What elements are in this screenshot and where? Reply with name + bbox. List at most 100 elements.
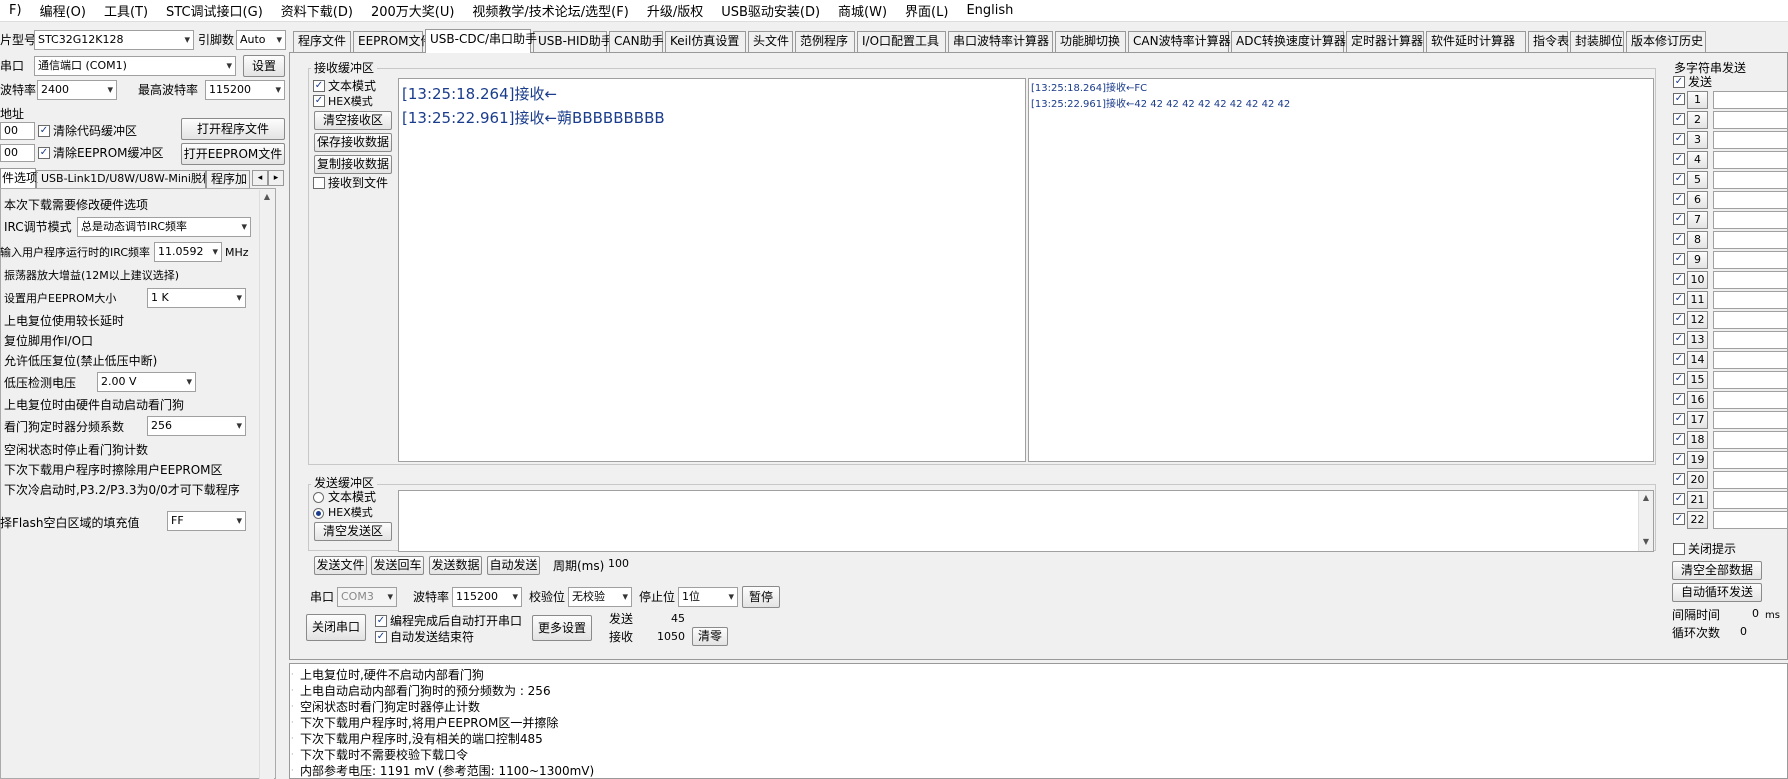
tab-scroll-right-icon[interactable]: ▸ — [268, 170, 284, 186]
clear-count-button[interactable]: 清零 — [692, 627, 728, 646]
send-enter-button[interactable]: 发送回车 — [371, 556, 424, 575]
multi-row-checkbox[interactable]: ✓ — [1673, 353, 1685, 365]
menu-item-5[interactable]: 200万大奖(U) — [362, 1, 463, 20]
receive-text-area[interactable]: [13:25:18.264]接收← [13:25:22.961]接收←蒴BBBBB… — [398, 78, 1026, 462]
more-settings-button[interactable]: 更多设置 — [532, 615, 592, 641]
stop-bits-select[interactable]: 1位 — [678, 587, 738, 607]
multi-row-send-button[interactable]: 20 — [1687, 471, 1708, 489]
multi-row-checkbox[interactable]: ✓ — [1673, 173, 1685, 185]
multi-row-send-button[interactable]: 9 — [1687, 251, 1708, 269]
multi-row-send-button[interactable]: 3 — [1687, 131, 1708, 149]
multi-row-input[interactable] — [1713, 131, 1788, 149]
tab-6[interactable]: 头文件 — [748, 31, 793, 52]
multi-send-all-checkbox[interactable]: ✓ — [1673, 76, 1685, 88]
multi-row-checkbox[interactable]: ✓ — [1673, 133, 1685, 145]
multi-row-checkbox[interactable]: ✓ — [1673, 333, 1685, 345]
multi-row-input[interactable] — [1713, 371, 1788, 389]
menu-item-7[interactable]: 升级/版权 — [638, 1, 712, 20]
send-data-button[interactable]: 发送数据 — [429, 556, 482, 575]
scroll-up-icon[interactable]: ▲ — [260, 190, 274, 204]
tab-0[interactable]: 程序文件 — [293, 31, 351, 52]
multi-row-input[interactable] — [1713, 431, 1788, 449]
irc-freq-select[interactable]: 11.0592 — [154, 242, 222, 262]
auto-loop-send-button[interactable]: 自动循环发送 — [1672, 583, 1762, 602]
open-eeprom-button[interactable]: 打开EEPROM文件 — [181, 143, 285, 165]
multi-row-input[interactable] — [1713, 471, 1788, 489]
multi-row-send-button[interactable]: 13 — [1687, 331, 1708, 349]
send-hex-mode-radio[interactable] — [313, 508, 324, 519]
clear-send-button[interactable]: 清空发送区 — [314, 522, 392, 541]
multi-row-checkbox[interactable]: ✓ — [1673, 233, 1685, 245]
tab-14[interactable]: 软件延时计算器 — [1426, 31, 1526, 52]
menu-item-2[interactable]: 工具(T) — [95, 1, 157, 20]
recv-to-file-checkbox[interactable] — [313, 177, 325, 189]
multi-row-checkbox[interactable]: ✓ — [1673, 113, 1685, 125]
menu-item-8[interactable]: USB驱动安装(D) — [712, 1, 829, 20]
send-file-button[interactable]: 发送文件 — [314, 556, 367, 575]
recv-text-mode-checkbox[interactable]: ✓ — [313, 80, 325, 92]
tab-13[interactable]: 定时器计算器 — [1346, 31, 1424, 52]
multi-row-send-button[interactable]: 8 — [1687, 231, 1708, 249]
send-scrollbar[interactable]: ▲ ▼ — [1638, 491, 1653, 551]
multi-row-send-button[interactable]: 10 — [1687, 271, 1708, 289]
hardware-scrollbar[interactable]: ▲ — [259, 190, 274, 779]
parity-select[interactable]: 无校验 — [568, 587, 632, 607]
close-port-button[interactable]: 关闭串口 — [306, 614, 366, 641]
multi-row-checkbox[interactable]: ✓ — [1673, 453, 1685, 465]
multi-row-send-button[interactable]: 4 — [1687, 151, 1708, 169]
tab-2[interactable]: USB-CDC/串口助手 — [425, 29, 537, 53]
tab-11[interactable]: CAN波特率计算器 — [1128, 31, 1231, 52]
auto-send-button[interactable]: 自动发送 — [487, 556, 540, 575]
multi-row-send-button[interactable]: 21 — [1687, 491, 1708, 509]
copy-receive-button[interactable]: 复制接收数据 — [314, 155, 392, 174]
multi-row-input[interactable] — [1713, 491, 1788, 509]
menu-item-1[interactable]: 编程(O) — [31, 1, 95, 20]
multi-row-input[interactable] — [1713, 291, 1788, 309]
multi-row-send-button[interactable]: 6 — [1687, 191, 1708, 209]
multi-row-input[interactable] — [1713, 171, 1788, 189]
send-text-mode-radio[interactable] — [313, 492, 324, 503]
irc-mode-select[interactable]: 总是动态调节IRC频率 — [77, 217, 251, 237]
tab-5[interactable]: Keil仿真设置 — [665, 31, 746, 52]
tab-16[interactable]: 封装脚位 — [1570, 31, 1624, 52]
multi-row-send-button[interactable]: 2 — [1687, 111, 1708, 129]
multi-row-checkbox[interactable]: ✓ — [1673, 493, 1685, 505]
multi-row-input[interactable] — [1713, 331, 1788, 349]
multi-row-checkbox[interactable]: ✓ — [1673, 293, 1685, 305]
wdt-div-select[interactable]: 256 — [147, 416, 246, 436]
loop-count-field[interactable]: 0 — [1722, 624, 1762, 642]
multi-row-input[interactable] — [1713, 451, 1788, 469]
chip-select[interactable]: STC32G12K128 — [34, 30, 194, 50]
multi-row-input[interactable] — [1713, 411, 1788, 429]
tab-17[interactable]: 版本修订历史 — [1626, 31, 1706, 52]
tab-usb-link[interactable]: USB-Link1D/U8W/U8W-Mini脱机 — [36, 170, 206, 188]
multi-row-send-button[interactable]: 19 — [1687, 451, 1708, 469]
scroll-up-icon[interactable]: ▲ — [1639, 491, 1653, 505]
multi-row-input[interactable] — [1713, 311, 1788, 329]
clear-receive-button[interactable]: 清空接收区 — [314, 111, 392, 130]
multi-row-checkbox[interactable]: ✓ — [1673, 153, 1685, 165]
tab-hardware-options[interactable]: 件选项 — [0, 168, 38, 188]
multi-row-send-button[interactable]: 5 — [1687, 171, 1708, 189]
tab-7[interactable]: 范例程序 — [795, 31, 855, 52]
multi-row-input[interactable] — [1713, 231, 1788, 249]
clear-code-checkbox[interactable]: ✓ — [38, 125, 50, 137]
tab-15[interactable]: 指令表 — [1528, 31, 1569, 52]
period-field[interactable]: 100 — [605, 556, 653, 574]
multi-row-send-button[interactable]: 7 — [1687, 211, 1708, 229]
multi-row-checkbox[interactable]: ✓ — [1673, 433, 1685, 445]
multi-row-input[interactable] — [1713, 271, 1788, 289]
menu-item-3[interactable]: STC调试接口(G) — [157, 1, 272, 20]
pause-button[interactable]: 暂停 — [742, 586, 780, 608]
multi-row-send-button[interactable]: 11 — [1687, 291, 1708, 309]
multi-row-input[interactable] — [1713, 211, 1788, 229]
tab-1[interactable]: EEPROM文件 — [353, 31, 433, 52]
tab-program-add[interactable]: 程序加 — [206, 170, 250, 188]
close-hint-checkbox[interactable] — [1673, 543, 1685, 555]
multi-row-send-button[interactable]: 22 — [1687, 511, 1708, 529]
multi-row-send-button[interactable]: 12 — [1687, 311, 1708, 329]
multi-row-send-button[interactable]: 16 — [1687, 391, 1708, 409]
send-text-area[interactable] — [398, 490, 1654, 552]
auto-end-checkbox[interactable]: ✓ — [375, 631, 387, 643]
multi-row-input[interactable] — [1713, 151, 1788, 169]
